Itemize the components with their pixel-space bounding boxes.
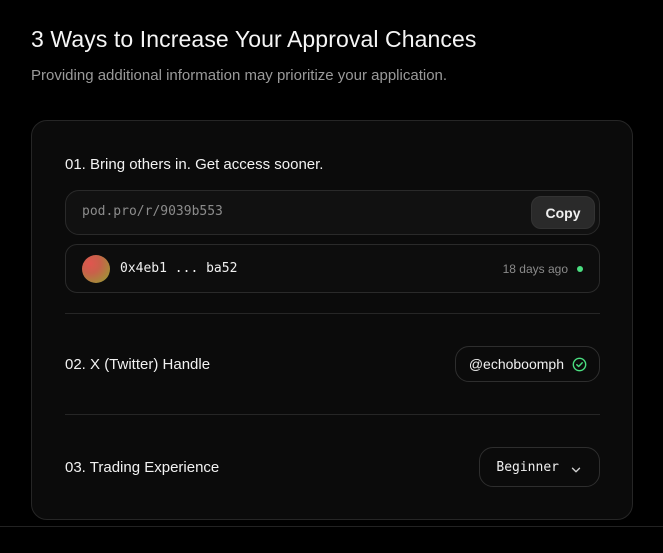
step-trading-title: 03. Trading Experience: [65, 459, 220, 476]
approval-card: 01. Bring others in. Get access sooner. …: [31, 120, 633, 520]
step-referral-title: 01. Bring others in. Get access sooner.: [65, 156, 324, 173]
step-twitter-title: 02. X (Twitter) Handle: [65, 356, 211, 373]
page-subtitle: Providing additional information may pri…: [31, 67, 448, 84]
trading-experience-value: Beginner: [496, 459, 559, 475]
divider: [65, 414, 600, 415]
referral-entry: 0x4eb1 ... ba52 18 days ago: [65, 244, 600, 293]
avatar: [82, 255, 110, 283]
copy-button[interactable]: Copy: [531, 196, 595, 229]
twitter-handle-text: @echoboomph: [468, 356, 564, 372]
chevron-down-icon: [571, 462, 581, 473]
trading-experience-select[interactable]: Beginner: [479, 447, 600, 487]
footer-divider: [0, 526, 663, 527]
page: 3 Ways to Increase Your Approval Chances…: [0, 0, 663, 553]
page-title: 3 Ways to Increase Your Approval Chances: [31, 26, 477, 52]
divider: [65, 313, 600, 314]
online-status-dot: [577, 266, 583, 272]
referral-joined-time: 18 days ago: [502, 262, 568, 276]
referral-wallet-address: 0x4eb1 ... ba52: [120, 261, 238, 276]
referral-link-field[interactable]: pod.pro/r/9039b553 Copy: [65, 190, 600, 235]
check-circle-icon: [572, 357, 587, 372]
referral-link-text[interactable]: pod.pro/r/9039b553: [82, 204, 223, 219]
twitter-handle-pill[interactable]: @echoboomph: [454, 346, 600, 382]
